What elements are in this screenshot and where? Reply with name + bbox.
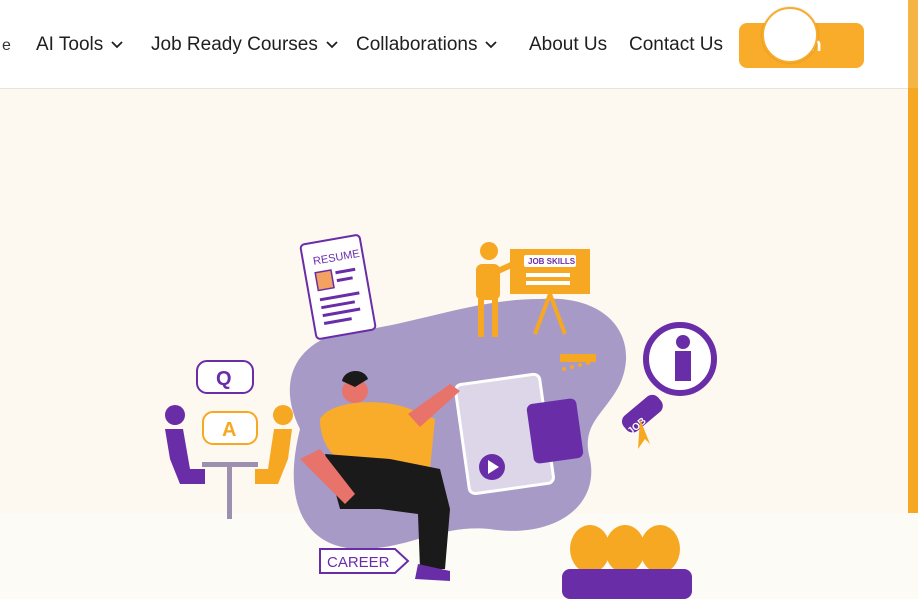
job-magnifier: JOB bbox=[621, 322, 717, 449]
hero-illustration: RESUME JOB SKILLS Q A JOB CAREER bbox=[165, 234, 717, 599]
nav-item-label: AI Tools bbox=[36, 34, 104, 55]
nav-item-collaborations[interactable]: Collaborations bbox=[356, 32, 498, 58]
nav-item-about-us[interactable]: About Us bbox=[529, 32, 607, 58]
chevron-down-icon bbox=[111, 41, 123, 49]
nav-item-ai-tools[interactable]: AI Tools bbox=[36, 32, 123, 58]
hero-section: RESUME JOB SKILLS Q A JOB CAREER bbox=[0, 89, 908, 599]
qa-interview: Q A bbox=[165, 360, 293, 519]
nav-item-label: Collaborations bbox=[356, 34, 478, 55]
nav-item-partial[interactable]: e bbox=[2, 37, 11, 55]
q-label: Q bbox=[216, 368, 232, 390]
job-skills-label: JOB SKILLS bbox=[528, 257, 576, 266]
nav-item-job-ready-courses[interactable]: Job Ready Courses bbox=[151, 32, 338, 58]
scrollbar[interactable] bbox=[908, 88, 918, 513]
scroll-accent-top bbox=[908, 0, 918, 88]
top-navbar: e AI Tools Job Ready Courses Collaborati… bbox=[0, 0, 908, 89]
career-label: CAREER bbox=[327, 554, 390, 571]
team-group bbox=[562, 525, 692, 599]
chevron-down-icon bbox=[326, 41, 338, 49]
nav-item-label: Job Ready Courses bbox=[151, 34, 318, 55]
nav-item-label: Contact Us bbox=[629, 34, 723, 55]
nav-item-label: About Us bbox=[529, 34, 608, 55]
career-sign: CAREER bbox=[319, 548, 410, 574]
a-label: A bbox=[222, 419, 236, 441]
chevron-down-icon bbox=[485, 41, 498, 49]
cursor-highlight bbox=[762, 7, 818, 63]
nav-item-contact-us[interactable]: Contact Us bbox=[629, 32, 723, 58]
resume-card: RESUME bbox=[299, 234, 377, 340]
